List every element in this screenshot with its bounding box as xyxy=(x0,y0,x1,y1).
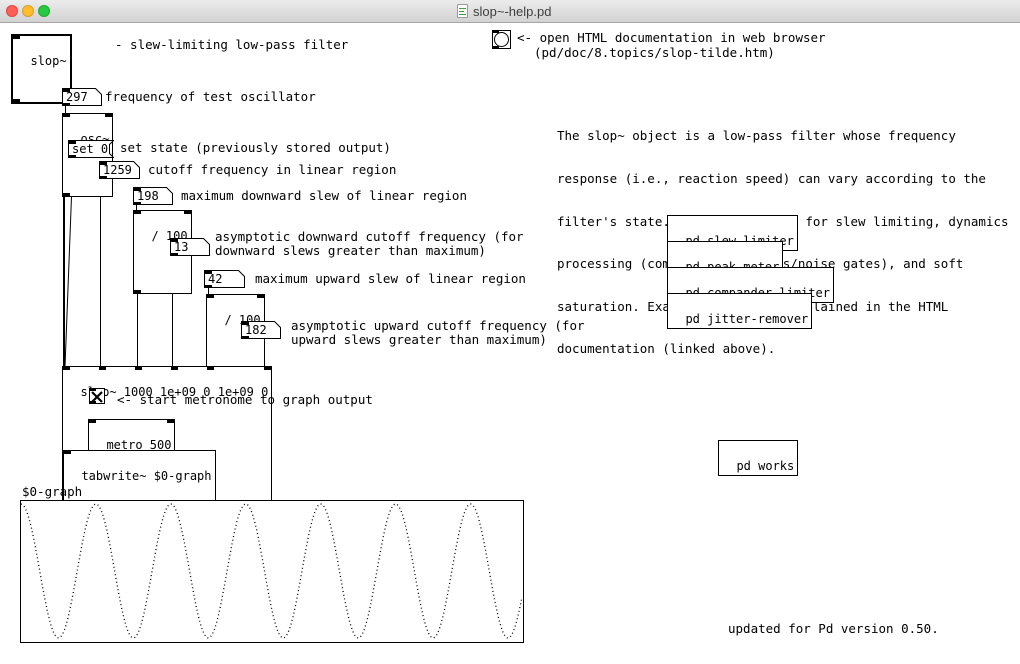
inlet-nub xyxy=(63,367,70,370)
inlet-nub xyxy=(89,420,96,423)
toggle-comment: <- start metronome to graph output xyxy=(117,393,373,407)
outlet-nub xyxy=(493,46,499,48)
inlet-nub xyxy=(100,162,107,165)
outlet-nub xyxy=(242,336,249,339)
outlet-nub xyxy=(100,176,107,179)
inlet-nub xyxy=(99,367,106,370)
asym-down-number-box[interactable]: 13 xyxy=(170,238,210,256)
graph-frame xyxy=(20,500,524,643)
tagline-comment: - slew-limiting low-pass filter xyxy=(115,38,348,52)
inlet-nub xyxy=(134,188,141,191)
slop-object-label: slop~ xyxy=(30,54,66,68)
inlet-nub xyxy=(207,295,214,298)
subpatch-label: pd works xyxy=(736,459,794,473)
inlet-nub xyxy=(167,420,174,423)
outlet-nub xyxy=(69,155,76,158)
inlet-nub xyxy=(205,271,212,274)
outlet-nub xyxy=(205,285,212,288)
inlet-nub xyxy=(63,114,70,117)
zoom-button[interactable] xyxy=(38,5,50,17)
cutoff-number-box[interactable]: 1259 xyxy=(99,161,140,179)
inlet-nub xyxy=(13,36,20,39)
minimize-button[interactable] xyxy=(22,5,34,17)
freq-comment: frequency of test oscillator xyxy=(105,90,316,104)
inlet-nub xyxy=(135,367,142,370)
subpatch-label: pd jitter-remover xyxy=(685,312,808,326)
doc-comment-line1: <- open HTML documentation in web browse… xyxy=(517,31,826,45)
inlet-nub xyxy=(105,114,112,117)
inlet-nub xyxy=(64,451,71,454)
description-line: documentation (linked above). xyxy=(557,342,1009,356)
metronome-toggle[interactable] xyxy=(89,388,105,404)
description-line: The slop~ object is a low-pass filter wh… xyxy=(557,129,1009,143)
outlet-nub xyxy=(134,202,141,205)
tabwrite-label: tabwrite~ $0-graph xyxy=(81,469,211,483)
down-slew-number-box[interactable]: 198 xyxy=(133,187,173,205)
inlet-nub xyxy=(171,367,178,370)
doc-comment-line2: (pd/doc/8.topics/slop-tilde.htm) xyxy=(534,46,775,60)
outlet-nub xyxy=(90,401,96,403)
inlet-nub xyxy=(90,389,96,391)
subpatch-jitter-remover[interactable]: pd jitter-remover xyxy=(667,293,812,329)
graph-waveform xyxy=(21,501,523,642)
document-icon xyxy=(457,4,468,18)
outlet-nub xyxy=(63,193,70,196)
inlet-nub xyxy=(242,322,249,325)
window-title: slop~-help.pd xyxy=(473,4,551,19)
asym-up-comment: asymptotic upward cutoff frequency (foru… xyxy=(291,319,585,347)
footer-comment: updated for Pd version 0.50. xyxy=(728,622,939,636)
outlet-nub xyxy=(134,290,141,293)
freq-number-box[interactable]: 297 xyxy=(62,88,102,106)
asym-up-number-box[interactable]: 182 xyxy=(241,321,281,339)
set-state-message[interactable]: set 0 xyxy=(68,140,114,158)
inlet-nub xyxy=(264,367,271,370)
set-message-label: set 0 xyxy=(72,141,108,157)
asym-down-comment: asymptotic downward cutoff frequency (fo… xyxy=(215,230,524,258)
inlet-nub xyxy=(134,211,141,214)
inlet-nub xyxy=(493,31,499,33)
down-slew-comment: maximum downward slew of linear region xyxy=(181,189,467,203)
subpatch-works[interactable]: pd works xyxy=(718,440,798,476)
title-bar: slop~-help.pd xyxy=(0,0,1020,23)
inlet-nub xyxy=(257,295,264,298)
up-slew-comment: maximum upward slew of linear region xyxy=(255,272,526,286)
inlet-nub xyxy=(184,211,191,214)
inlet-nub xyxy=(207,367,214,370)
pd-patch-window: { "window": { "title": "slop~-help.pd" }… xyxy=(0,0,1020,664)
open-docs-bang[interactable] xyxy=(492,30,511,49)
inlet-nub xyxy=(63,89,70,92)
tabwrite-object-box: tabwrite~ $0-graph xyxy=(63,450,216,502)
outlet-nub xyxy=(171,253,178,256)
close-button[interactable] xyxy=(6,5,18,17)
cutoff-comment: cutoff frequency in linear region xyxy=(148,163,396,177)
description-line: response (i.e., reaction speed) can vary… xyxy=(557,172,1009,186)
graph-label: $0-graph xyxy=(22,485,82,499)
bang-circle-icon xyxy=(494,32,509,47)
outlet-nub xyxy=(13,99,20,102)
up-slew-number-box[interactable]: 42 xyxy=(204,270,245,288)
inlet-nub xyxy=(69,141,76,144)
set-state-comment: set state (previously stored output) xyxy=(120,141,391,155)
outlet-nub xyxy=(63,103,70,106)
cutoff-number-value: 1259 xyxy=(103,162,132,178)
inlet-nub xyxy=(171,239,178,242)
